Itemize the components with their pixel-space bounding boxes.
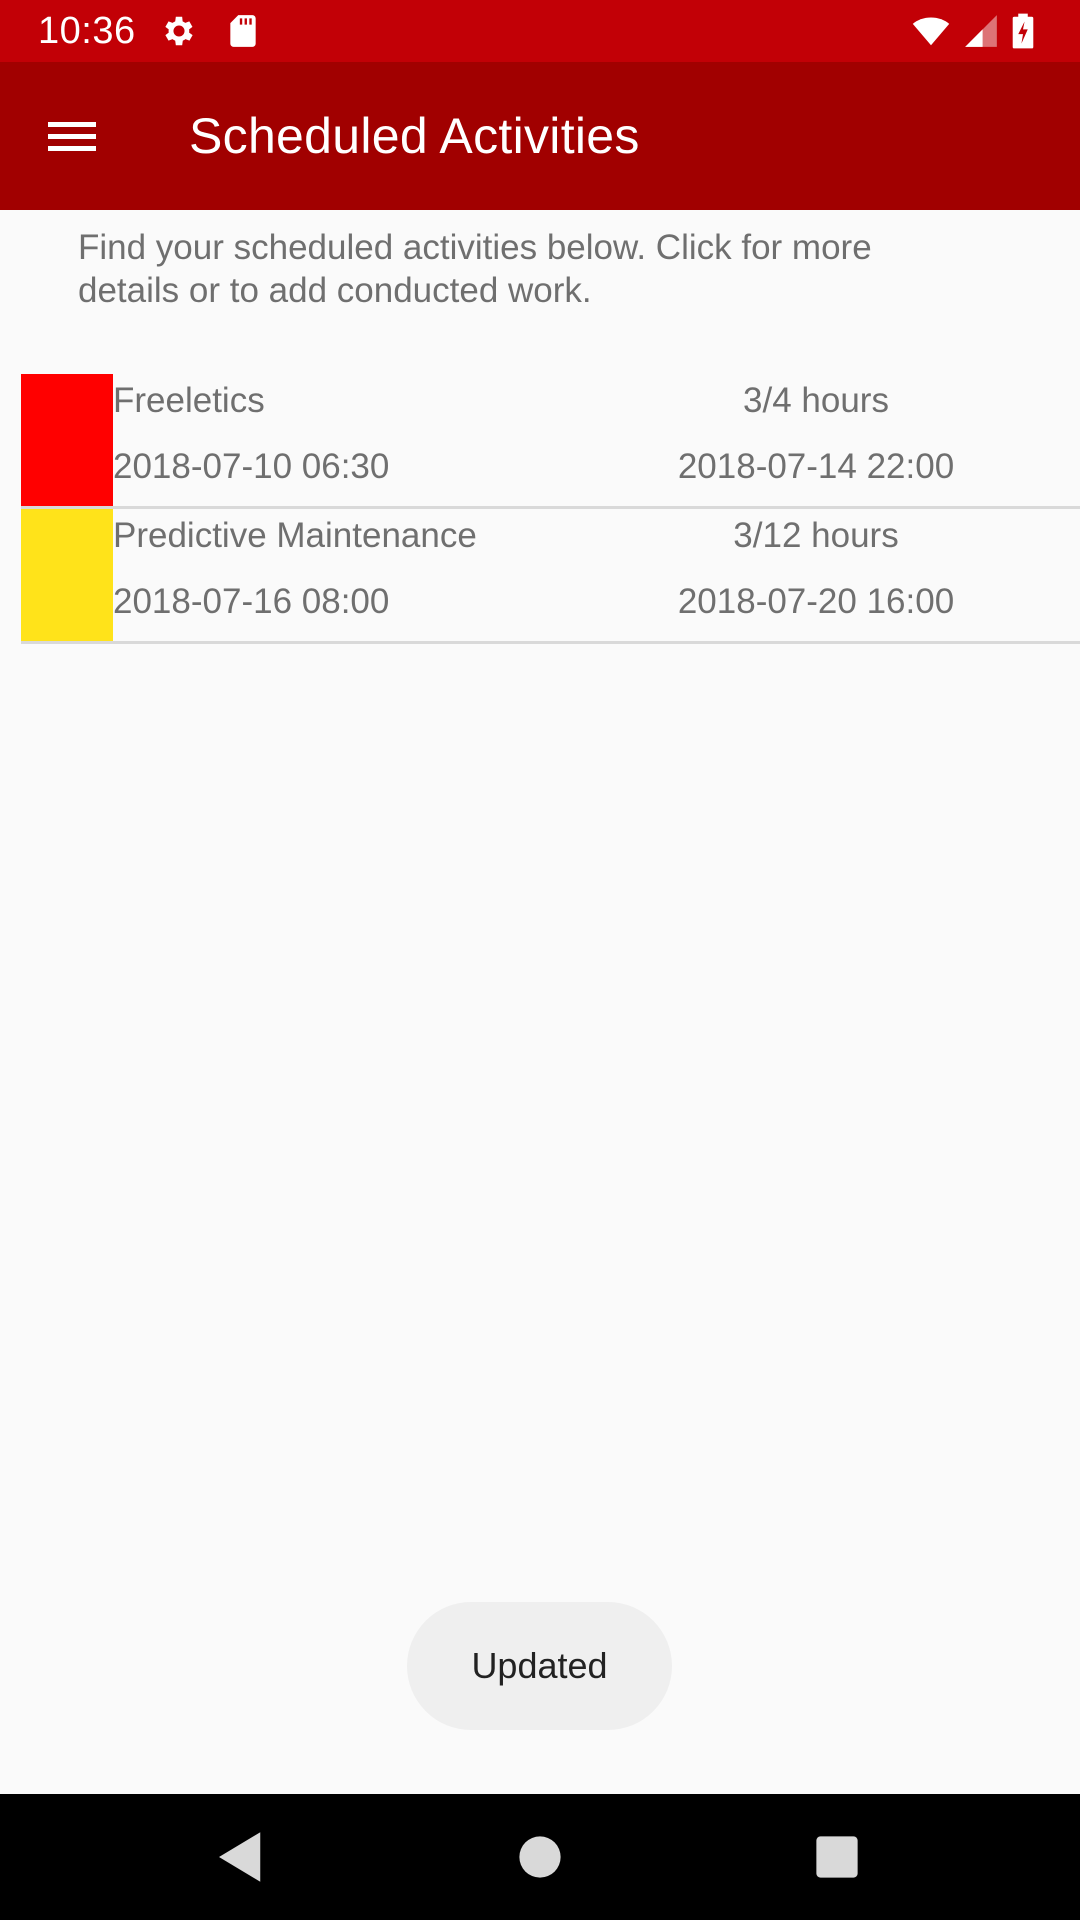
activity-color-swatch [21, 509, 113, 641]
activity-row-freeletics[interactable]: Freeletics 3/4 hours 2018-07-10 06:30 20… [21, 374, 1080, 509]
cell-signal-icon [962, 12, 1000, 50]
activity-row-predictive-maintenance[interactable]: Predictive Maintenance 3/12 hours 2018-0… [21, 509, 1080, 644]
home-icon[interactable] [507, 1824, 573, 1890]
activity-end: 2018-07-14 22:00 [677, 447, 955, 486]
battery-charging-icon [1008, 12, 1038, 50]
navigation-bar [0, 1794, 1080, 1920]
screen: 10:36 Scheduled Activities Find your sch… [0, 0, 1080, 1920]
sd-card-icon [224, 12, 262, 50]
page-title: Scheduled Activities [189, 108, 640, 164]
gear-icon [160, 12, 198, 50]
activity-name: Predictive Maintenance [113, 516, 477, 555]
activity-hours: 3/4 hours [743, 381, 889, 420]
back-icon[interactable] [208, 1824, 274, 1890]
activity-name: Freeletics [113, 381, 265, 420]
activity-hours: 3/12 hours [733, 516, 899, 555]
activity-end: 2018-07-20 16:00 [677, 582, 955, 621]
toast-message: Updated [407, 1602, 672, 1730]
activity-start: 2018-07-16 08:00 [113, 582, 390, 621]
app-bar: Scheduled Activities [0, 62, 1080, 210]
activity-list: Freeletics 3/4 hours 2018-07-10 06:30 20… [21, 374, 1080, 644]
wifi-icon [908, 12, 954, 50]
activity-color-swatch [21, 374, 113, 506]
activity-start: 2018-07-10 06:30 [113, 447, 390, 486]
recents-icon[interactable] [804, 1824, 870, 1890]
hamburger-menu-icon[interactable] [24, 104, 120, 168]
intro-text: Find your scheduled activities below. Cl… [78, 228, 872, 310]
status-time: 10:36 [38, 10, 136, 52]
status-bar: 10:36 [0, 0, 1080, 62]
